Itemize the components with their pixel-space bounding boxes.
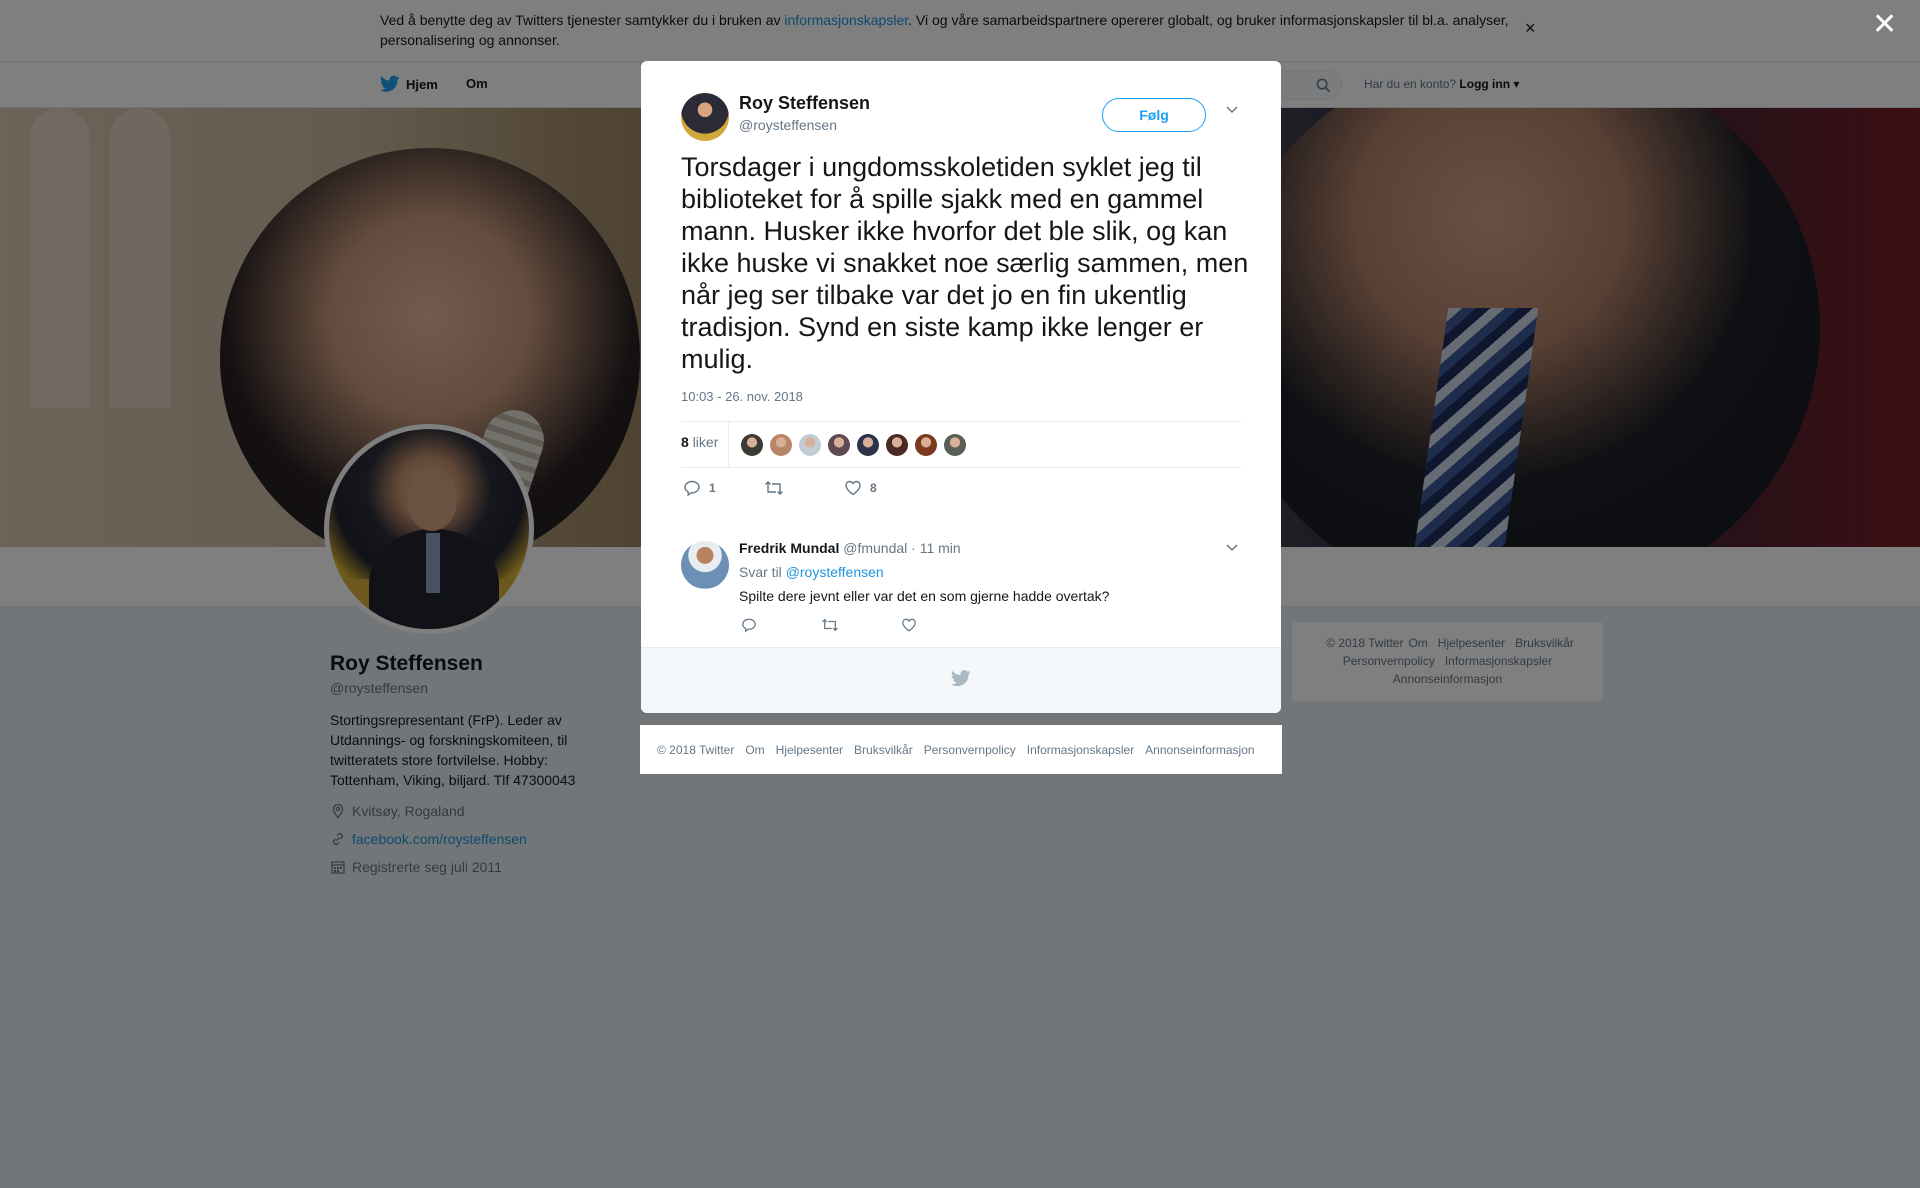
retweet-action[interactable]	[764, 479, 792, 497]
reply-time[interactable]: · 11 min	[911, 540, 961, 556]
reply-to-link[interactable]: @roysteffensen	[786, 564, 884, 580]
footer-link-cookies[interactable]: Informasjonskapsler	[1027, 743, 1134, 757]
footer-link-terms[interactable]: Bruksvilkår	[854, 743, 913, 757]
liker-avatar[interactable]	[886, 434, 908, 456]
likes-stat[interactable]: 8 liker	[681, 434, 718, 450]
tweet-author-handle[interactable]: @roysteffensen	[739, 117, 837, 133]
modal-bottom-bar	[641, 647, 1281, 713]
reply-count: 1	[709, 481, 716, 495]
like-count: 8	[870, 481, 877, 495]
reply-author-name[interactable]: Fredrik Mundal	[739, 540, 839, 556]
liker-avatar[interactable]	[799, 434, 821, 456]
follow-button[interactable]: Følg	[1102, 98, 1206, 132]
reply-author-handle[interactable]: @fmundal	[843, 540, 907, 556]
liker-avatar[interactable]	[857, 434, 879, 456]
tweet-text: Torsdager i ungdomsskoletiden syklet jeg…	[681, 152, 1249, 374]
tweet-actions: 1 8	[681, 479, 1241, 505]
footer-link-about[interactable]: Om	[745, 743, 764, 757]
likes-number: 8	[681, 434, 689, 450]
twitter-bird-icon	[951, 670, 971, 687]
tweet-modal: Roy Steffensen @roysteffensen Følg Torsd…	[641, 61, 1281, 713]
tweet-author-name[interactable]: Roy Steffensen	[739, 93, 870, 114]
liker-avatar[interactable]	[828, 434, 850, 456]
reply-header: Fredrik Mundal @fmundal · 11 min	[739, 540, 961, 556]
chevron-down-icon[interactable]	[1225, 543, 1239, 553]
close-icon[interactable]: ✕	[1872, 10, 1897, 40]
liker-avatar[interactable]	[915, 434, 937, 456]
tweet-timestamp[interactable]: 10:03 - 26. nov. 2018	[681, 389, 803, 404]
liker-avatar[interactable]	[770, 434, 792, 456]
retweet-icon[interactable]	[821, 617, 839, 633]
modal-footer: © 2018 Twitter Om Hjelpesenter Bruksvilk…	[640, 725, 1282, 774]
reply-to-label: Svar til	[739, 564, 782, 580]
liker-avatar[interactable]	[741, 434, 763, 456]
retweet-icon	[765, 481, 783, 495]
heart-icon	[845, 480, 861, 496]
heart-icon[interactable]	[901, 617, 917, 633]
footer-link-ads[interactable]: Annonseinformasjon	[1145, 743, 1254, 757]
like-action[interactable]: 8	[844, 479, 877, 497]
footer-link-privacy[interactable]: Personvernpolicy	[924, 743, 1016, 757]
reply-author-avatar[interactable]	[681, 541, 729, 589]
stats-divider	[728, 422, 729, 468]
liker-avatar[interactable]	[944, 434, 966, 456]
tweet-author-avatar[interactable]	[681, 93, 729, 141]
footer-link-help[interactable]: Hjelpesenter	[776, 743, 843, 757]
chevron-down-icon[interactable]	[1225, 105, 1239, 115]
reply-icon	[684, 480, 700, 497]
footer-copyright: © 2018 Twitter	[657, 742, 735, 757]
reply-actions	[739, 617, 1039, 637]
reply-action[interactable]: 1	[683, 479, 716, 497]
likes-label: liker	[692, 434, 719, 450]
tweet-stats: 8 liker	[681, 421, 1241, 468]
reply-icon[interactable]	[741, 617, 757, 633]
reply-text: Spilte dere jevnt eller var det en som g…	[739, 588, 1110, 604]
reply-tweet[interactable]: Fredrik Mundal @fmundal · 11 min Svar ti…	[681, 531, 1241, 641]
reply-to-line: Svar til @roysteffensen	[739, 564, 884, 580]
